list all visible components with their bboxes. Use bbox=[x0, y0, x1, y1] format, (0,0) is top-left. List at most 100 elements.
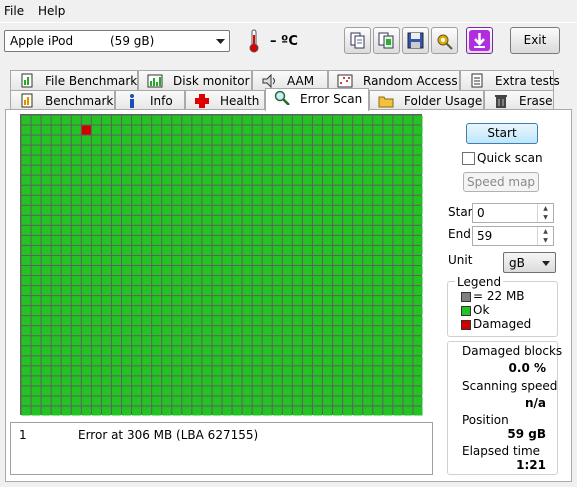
ok-block bbox=[383, 235, 393, 245]
ok-block bbox=[172, 215, 182, 225]
ok-block bbox=[353, 376, 363, 386]
ok-block bbox=[212, 316, 222, 326]
ok-block bbox=[262, 215, 272, 225]
ok-block bbox=[31, 145, 41, 155]
ok-block bbox=[202, 316, 212, 326]
ok-block bbox=[363, 326, 373, 336]
ok-block bbox=[262, 296, 272, 306]
ok-block bbox=[192, 276, 202, 286]
ok-block bbox=[202, 185, 212, 195]
ok-block bbox=[333, 125, 343, 135]
ok-block bbox=[383, 135, 393, 145]
ok-block bbox=[192, 255, 202, 265]
ok-block bbox=[292, 326, 302, 336]
ok-block bbox=[343, 276, 353, 286]
ok-block bbox=[302, 245, 312, 255]
spinner-down-icon[interactable]: ▼ bbox=[538, 236, 553, 245]
drive-select[interactable]: Apple iPod (59 gB) bbox=[4, 30, 230, 52]
ok-block bbox=[111, 266, 121, 276]
ok-block bbox=[363, 125, 373, 135]
copy-button[interactable] bbox=[344, 27, 371, 54]
ok-block bbox=[373, 336, 383, 346]
ok-block bbox=[242, 125, 252, 135]
spinner-down-icon[interactable]: ▼ bbox=[538, 213, 553, 222]
options-button[interactable] bbox=[431, 27, 458, 54]
spinner-up-icon[interactable]: ▲ bbox=[538, 204, 553, 213]
menu-help[interactable]: Help bbox=[38, 4, 65, 18]
start-button[interactable]: Start bbox=[466, 123, 538, 144]
ok-block bbox=[71, 366, 81, 376]
ok-block bbox=[41, 205, 51, 215]
speed-map-button[interactable]: Speed map bbox=[463, 172, 539, 192]
ok-block bbox=[91, 376, 101, 386]
tab-file-benchmark[interactable]: File Benchmark bbox=[10, 70, 138, 90]
ok-block bbox=[262, 286, 272, 296]
ok-block bbox=[252, 266, 262, 276]
error-log-list[interactable]: 1 Error at 306 MB (LBA 627155) bbox=[10, 422, 433, 475]
tab-error-scan[interactable]: Error Scan bbox=[265, 88, 369, 111]
tab-disk-monitor[interactable]: Disk monitor bbox=[138, 70, 252, 90]
exit-button[interactable]: Exit bbox=[510, 27, 560, 54]
tab-folder-usage[interactable]: Folder Usage bbox=[369, 90, 484, 110]
tab-health[interactable]: Health bbox=[185, 90, 265, 110]
ok-block bbox=[81, 356, 91, 366]
copy-all-button[interactable] bbox=[373, 27, 400, 54]
ok-block bbox=[172, 115, 182, 125]
ok-block bbox=[252, 346, 262, 356]
ok-block bbox=[302, 165, 312, 175]
ok-block bbox=[323, 346, 333, 356]
ok-block bbox=[142, 225, 152, 235]
save-button[interactable] bbox=[402, 27, 429, 54]
ok-block bbox=[192, 175, 202, 185]
ok-block bbox=[61, 225, 71, 235]
ok-block bbox=[71, 386, 81, 396]
tab-info[interactable]: Info bbox=[115, 90, 185, 110]
ok-block bbox=[212, 296, 222, 306]
end-spinner[interactable]: 59 ▲ ▼ bbox=[472, 226, 554, 246]
ok-block bbox=[192, 316, 202, 326]
ok-block bbox=[413, 396, 423, 406]
ok-block bbox=[393, 396, 403, 406]
ok-block bbox=[282, 396, 292, 406]
ok-block bbox=[192, 376, 202, 386]
ok-block bbox=[292, 185, 302, 195]
ok-block bbox=[152, 376, 162, 386]
ok-block bbox=[61, 175, 71, 185]
tab-label: Extra tests bbox=[495, 74, 560, 88]
tab-erase[interactable]: Erase bbox=[484, 90, 554, 110]
quick-scan-checkbox[interactable] bbox=[462, 152, 475, 165]
ok-block bbox=[222, 316, 232, 326]
ok-block bbox=[61, 406, 71, 416]
ok-block bbox=[81, 135, 91, 145]
ok-block bbox=[142, 235, 152, 245]
ok-block bbox=[242, 115, 252, 125]
tab-benchmark[interactable]: Benchmark bbox=[10, 90, 115, 110]
ok-block bbox=[152, 336, 162, 346]
ok-block bbox=[242, 255, 252, 265]
unit-value: gB bbox=[509, 256, 525, 270]
menu-bar: File Help bbox=[0, 0, 577, 22]
download-button[interactable] bbox=[466, 27, 493, 54]
disk-monitor-icon bbox=[147, 74, 163, 88]
ok-block bbox=[242, 376, 252, 386]
ok-block bbox=[282, 135, 292, 145]
ok-block bbox=[192, 346, 202, 356]
ok-block bbox=[282, 386, 292, 396]
menu-file[interactable]: File bbox=[4, 4, 24, 18]
ok-block bbox=[222, 125, 232, 135]
ok-block bbox=[353, 205, 363, 215]
ok-block bbox=[333, 286, 343, 296]
ok-block bbox=[71, 286, 81, 296]
ok-block bbox=[282, 296, 292, 306]
unit-select[interactable]: gB bbox=[503, 252, 556, 273]
ok-block bbox=[51, 366, 61, 376]
ok-block bbox=[363, 195, 373, 205]
tab-aam[interactable]: AAM bbox=[252, 70, 328, 90]
tab-random-access[interactable]: Random Access bbox=[328, 70, 460, 90]
ok-block bbox=[373, 376, 383, 386]
ok-block bbox=[142, 135, 152, 145]
start-spinner[interactable]: 0 ▲ ▼ bbox=[472, 203, 554, 223]
spinner-up-icon[interactable]: ▲ bbox=[538, 227, 553, 236]
tab-extra-tests[interactable]: Extra tests bbox=[460, 70, 560, 90]
ok-block bbox=[111, 316, 121, 326]
